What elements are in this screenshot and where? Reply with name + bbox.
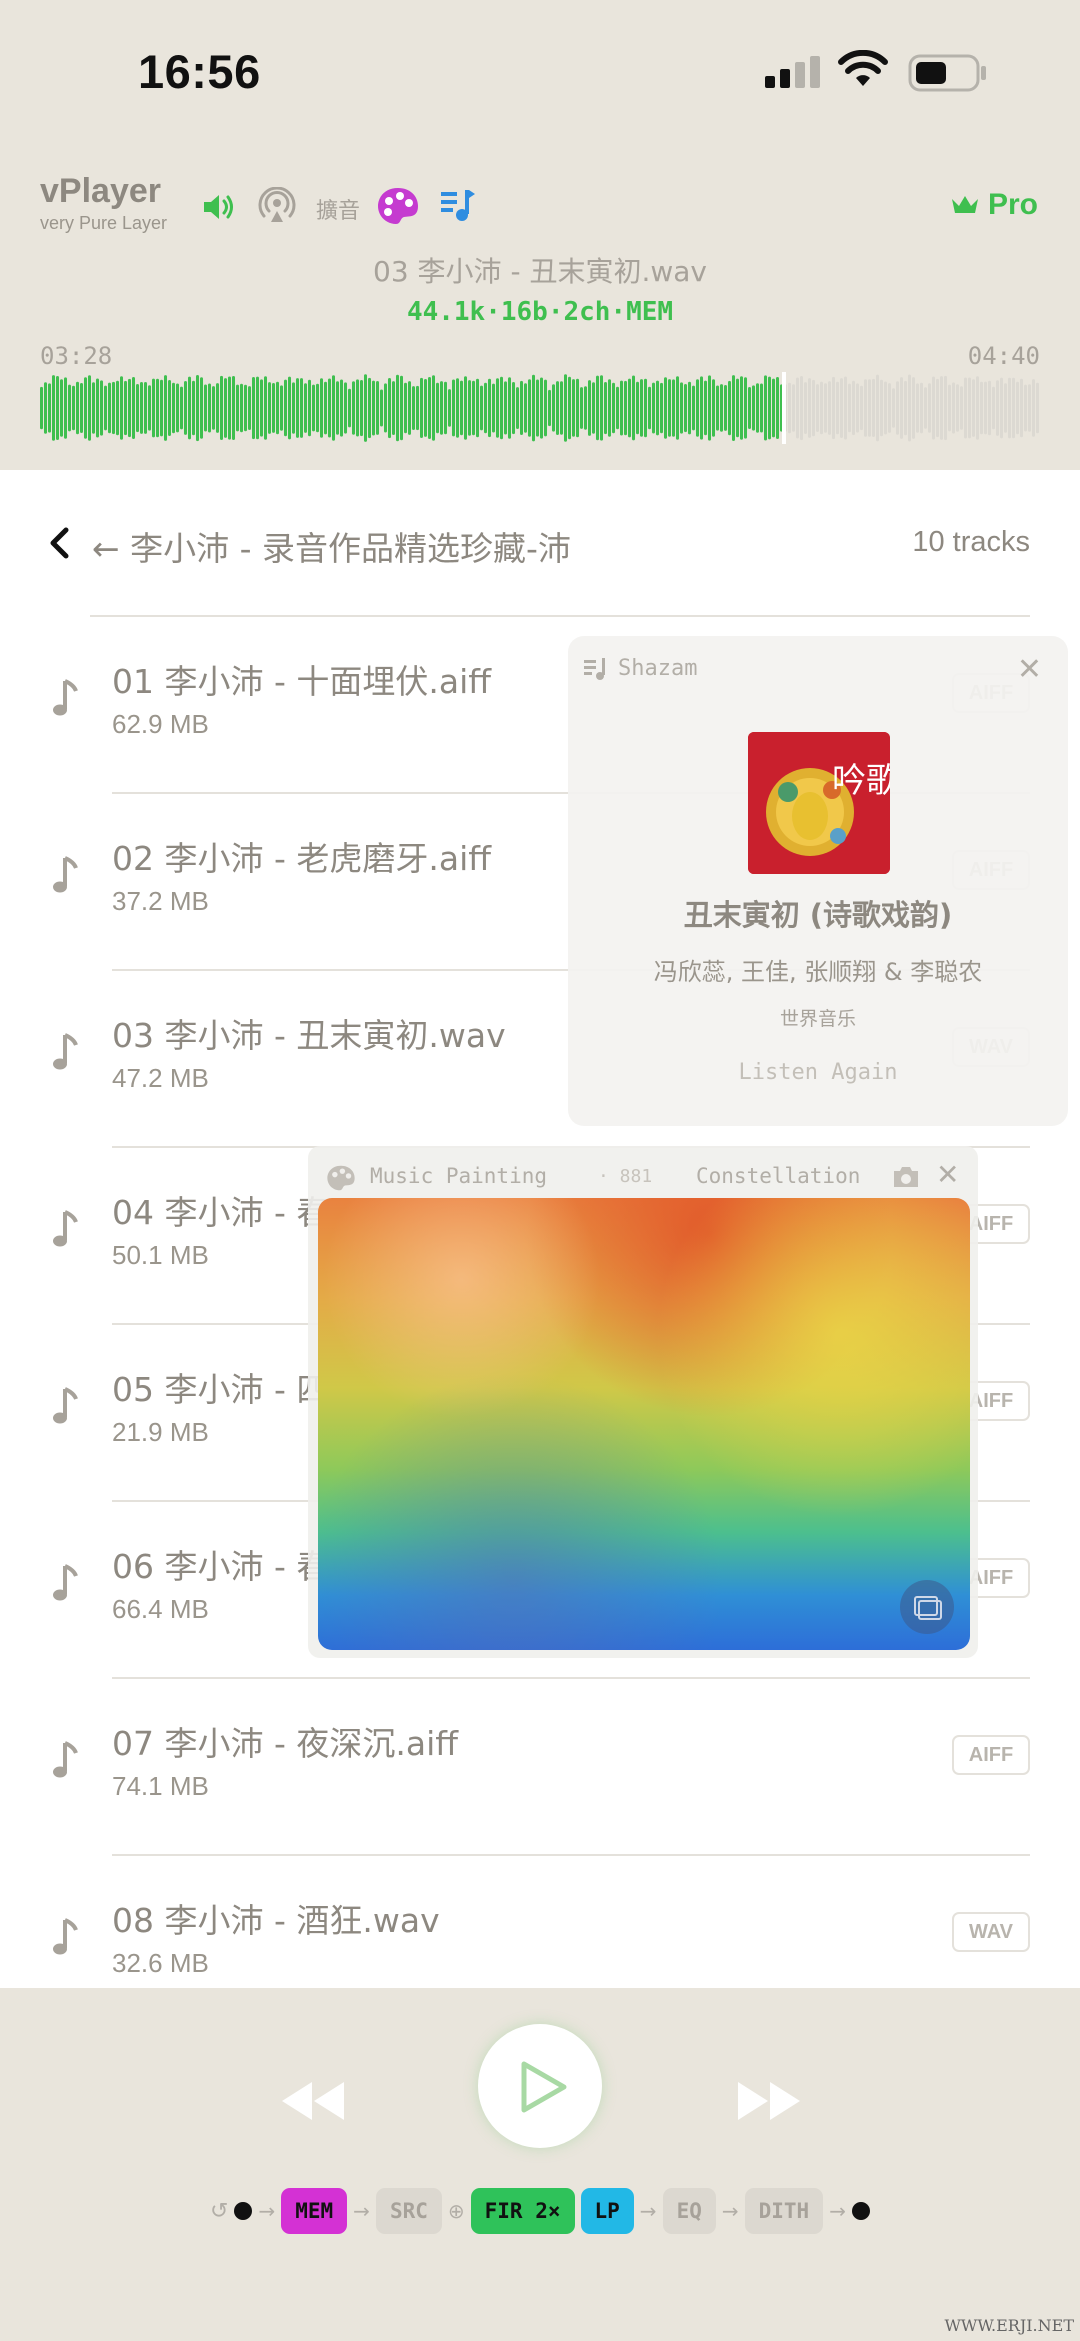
shazam-title: Shazam bbox=[618, 656, 698, 681]
status-bar: 16:56 bbox=[0, 0, 1080, 150]
track-size: 32.6 MB bbox=[112, 1948, 209, 1978]
dsp-chain: ↺ → MEM → SRC ⊕ FIR 2× LP → EQ → DITH → bbox=[0, 2186, 1080, 2236]
crown-icon bbox=[952, 196, 978, 213]
track-size: 37.2 MB bbox=[112, 886, 209, 916]
track-name: 04 李小沛 - 春 bbox=[112, 1193, 330, 1232]
track-name: 08 李小沛 - 酒狂.wav bbox=[112, 1901, 440, 1940]
dsp-chip[interactable]: FIR 2× bbox=[470, 2188, 575, 2234]
painting-number: · 881 bbox=[598, 1166, 653, 1187]
chain-arrow-icon: → bbox=[258, 2199, 276, 2223]
track-name: 01 李小沛 - 十面埋伏.aiff bbox=[112, 662, 491, 701]
chain-arrow-icon: → bbox=[353, 2199, 370, 2223]
track-name: 03 李小沛 - 丑末寅初.wav bbox=[112, 1016, 506, 1055]
chain-arrow-icon: → bbox=[721, 2199, 739, 2223]
speaker-icon[interactable] bbox=[202, 192, 236, 222]
audio-format: 44.1k·16b·2ch·MEM bbox=[406, 297, 674, 327]
time-total: 04:40 bbox=[967, 342, 1040, 370]
palette-icon bbox=[327, 1165, 355, 1191]
track-size: 21.9 MB bbox=[112, 1417, 209, 1447]
output-dot bbox=[851, 2202, 870, 2220]
fast-forward-icon[interactable] bbox=[736, 2080, 802, 2122]
track-size: 66.4 MB bbox=[112, 1594, 209, 1624]
close-icon[interactable]: ✕ bbox=[1017, 652, 1042, 687]
song-title: 丑末寅初 (诗歌戏韵) bbox=[683, 898, 953, 932]
dsp-chip[interactable]: MEM bbox=[281, 2188, 348, 2234]
album-art: 吟歌 bbox=[748, 732, 890, 874]
music-note-icon bbox=[53, 679, 78, 716]
app-brand: vPlayer very Pure Layer bbox=[40, 172, 167, 234]
now-playing-title: 03 李小沛 - 丑末寅初.wav bbox=[373, 255, 707, 288]
music-queue-icon bbox=[584, 657, 605, 680]
reset-icon[interactable]: ↺ bbox=[210, 2199, 228, 2224]
album-art-text: 吟歌 bbox=[832, 761, 890, 801]
painting-mode[interactable]: Constellation bbox=[696, 1164, 860, 1188]
dsp-chip[interactable]: SRC bbox=[375, 2188, 442, 2234]
track-size: 74.1 MB bbox=[112, 1771, 209, 1801]
painting-canvas bbox=[318, 1198, 970, 1650]
music-queue-icon[interactable] bbox=[440, 188, 476, 224]
battery-icon bbox=[908, 54, 986, 92]
dsp-chip[interactable]: LP bbox=[580, 2188, 634, 2234]
airplay-audio-icon[interactable] bbox=[258, 187, 296, 225]
track-size: 62.9 MB bbox=[112, 709, 209, 739]
dsp-chip[interactable]: EQ bbox=[662, 2188, 716, 2234]
music-note-icon bbox=[53, 1387, 78, 1424]
cellular-signal-icon bbox=[765, 56, 820, 88]
back-chevron-icon[interactable] bbox=[48, 526, 70, 560]
music-note-icon bbox=[53, 856, 78, 893]
source-dot bbox=[234, 2202, 253, 2220]
track-name: 05 李小沛 - 四 bbox=[112, 1370, 330, 1409]
format-badge: WAV bbox=[952, 1912, 1030, 1952]
music-note-icon bbox=[53, 1210, 78, 1247]
painting-title: Music Painting bbox=[370, 1164, 548, 1188]
chain-arrow-icon: → bbox=[829, 2199, 846, 2223]
waveform-seekbar[interactable] bbox=[40, 372, 1040, 444]
music-note-icon bbox=[53, 1741, 78, 1778]
pro-label: Pro bbox=[988, 188, 1039, 221]
track-count: 10 tracks bbox=[912, 526, 1030, 558]
track-name: 07 李小沛 - 夜深沉.aiff bbox=[112, 1724, 458, 1763]
music-note-icon bbox=[53, 1033, 78, 1070]
transport-bar: ↺ → MEM → SRC ⊕ FIR 2× LP → EQ → DITH → bbox=[0, 1988, 1080, 2341]
app-name: vPlayer bbox=[40, 172, 161, 210]
time-current: 03:28 bbox=[40, 342, 113, 370]
play-icon bbox=[521, 2061, 567, 2113]
close-icon[interactable]: ✕ bbox=[936, 1158, 959, 1191]
status-time: 16:56 bbox=[138, 45, 261, 98]
shazam-panel: Shazam ✕ 吟歌 丑末寅初 (诗歌戏韵) 冯欣蕊, 王佳, 张顺翔 & 李… bbox=[568, 636, 1068, 1126]
play-button[interactable] bbox=[478, 2024, 602, 2148]
chain-arrow-icon: → bbox=[639, 2199, 657, 2223]
shazam-header: Shazam bbox=[584, 656, 697, 681]
chain-plus-icon: ⊕ bbox=[447, 2199, 465, 2223]
track-name: 02 李小沛 - 老虎磨牙.aiff bbox=[112, 839, 491, 878]
gallery-icon[interactable] bbox=[900, 1580, 954, 1634]
music-painting-panel: Music Painting · 881 Constellation ✕ bbox=[308, 1146, 978, 1658]
painting-header: Music Painting · 881 Constellation ✕ bbox=[318, 1158, 968, 1194]
pro-button[interactable]: Pro bbox=[950, 188, 1038, 222]
music-note-icon bbox=[53, 1918, 78, 1955]
camera-icon[interactable] bbox=[891, 1164, 921, 1190]
app-subtitle: very Pure Layer bbox=[40, 213, 168, 233]
wifi-icon bbox=[838, 50, 888, 86]
listen-again-button[interactable]: Listen Again bbox=[568, 1060, 1068, 1085]
music-note-icon bbox=[53, 1564, 78, 1601]
kuoyin-label[interactable]: 擴音 bbox=[316, 193, 360, 225]
playhead[interactable] bbox=[782, 372, 786, 444]
song-artists: 冯欣蕊, 王佳, 张顺翔 & 李聪农 bbox=[653, 958, 983, 986]
dsp-chip[interactable]: DITH bbox=[744, 2188, 824, 2234]
rewind-icon[interactable] bbox=[280, 2080, 346, 2122]
palette-icon[interactable] bbox=[376, 186, 420, 226]
track-row[interactable]: 08 李小沛 - 酒狂.wav 32.6 MB WAV bbox=[0, 1856, 1080, 1988]
track-size: 47.2 MB bbox=[112, 1063, 209, 1093]
song-label: 世界音乐 bbox=[779, 1008, 856, 1030]
track-size: 50.1 MB bbox=[112, 1240, 209, 1270]
track-row[interactable]: 07 李小沛 - 夜深沉.aiff 74.1 MB AIFF bbox=[0, 1679, 1080, 1856]
folder-title[interactable]: ← 李小沛 - 录音作品精选珍藏-沛 bbox=[92, 522, 571, 570]
format-badge: AIFF bbox=[952, 1735, 1030, 1775]
watermark: WWW.ERJI.NET bbox=[944, 2316, 1074, 2335]
